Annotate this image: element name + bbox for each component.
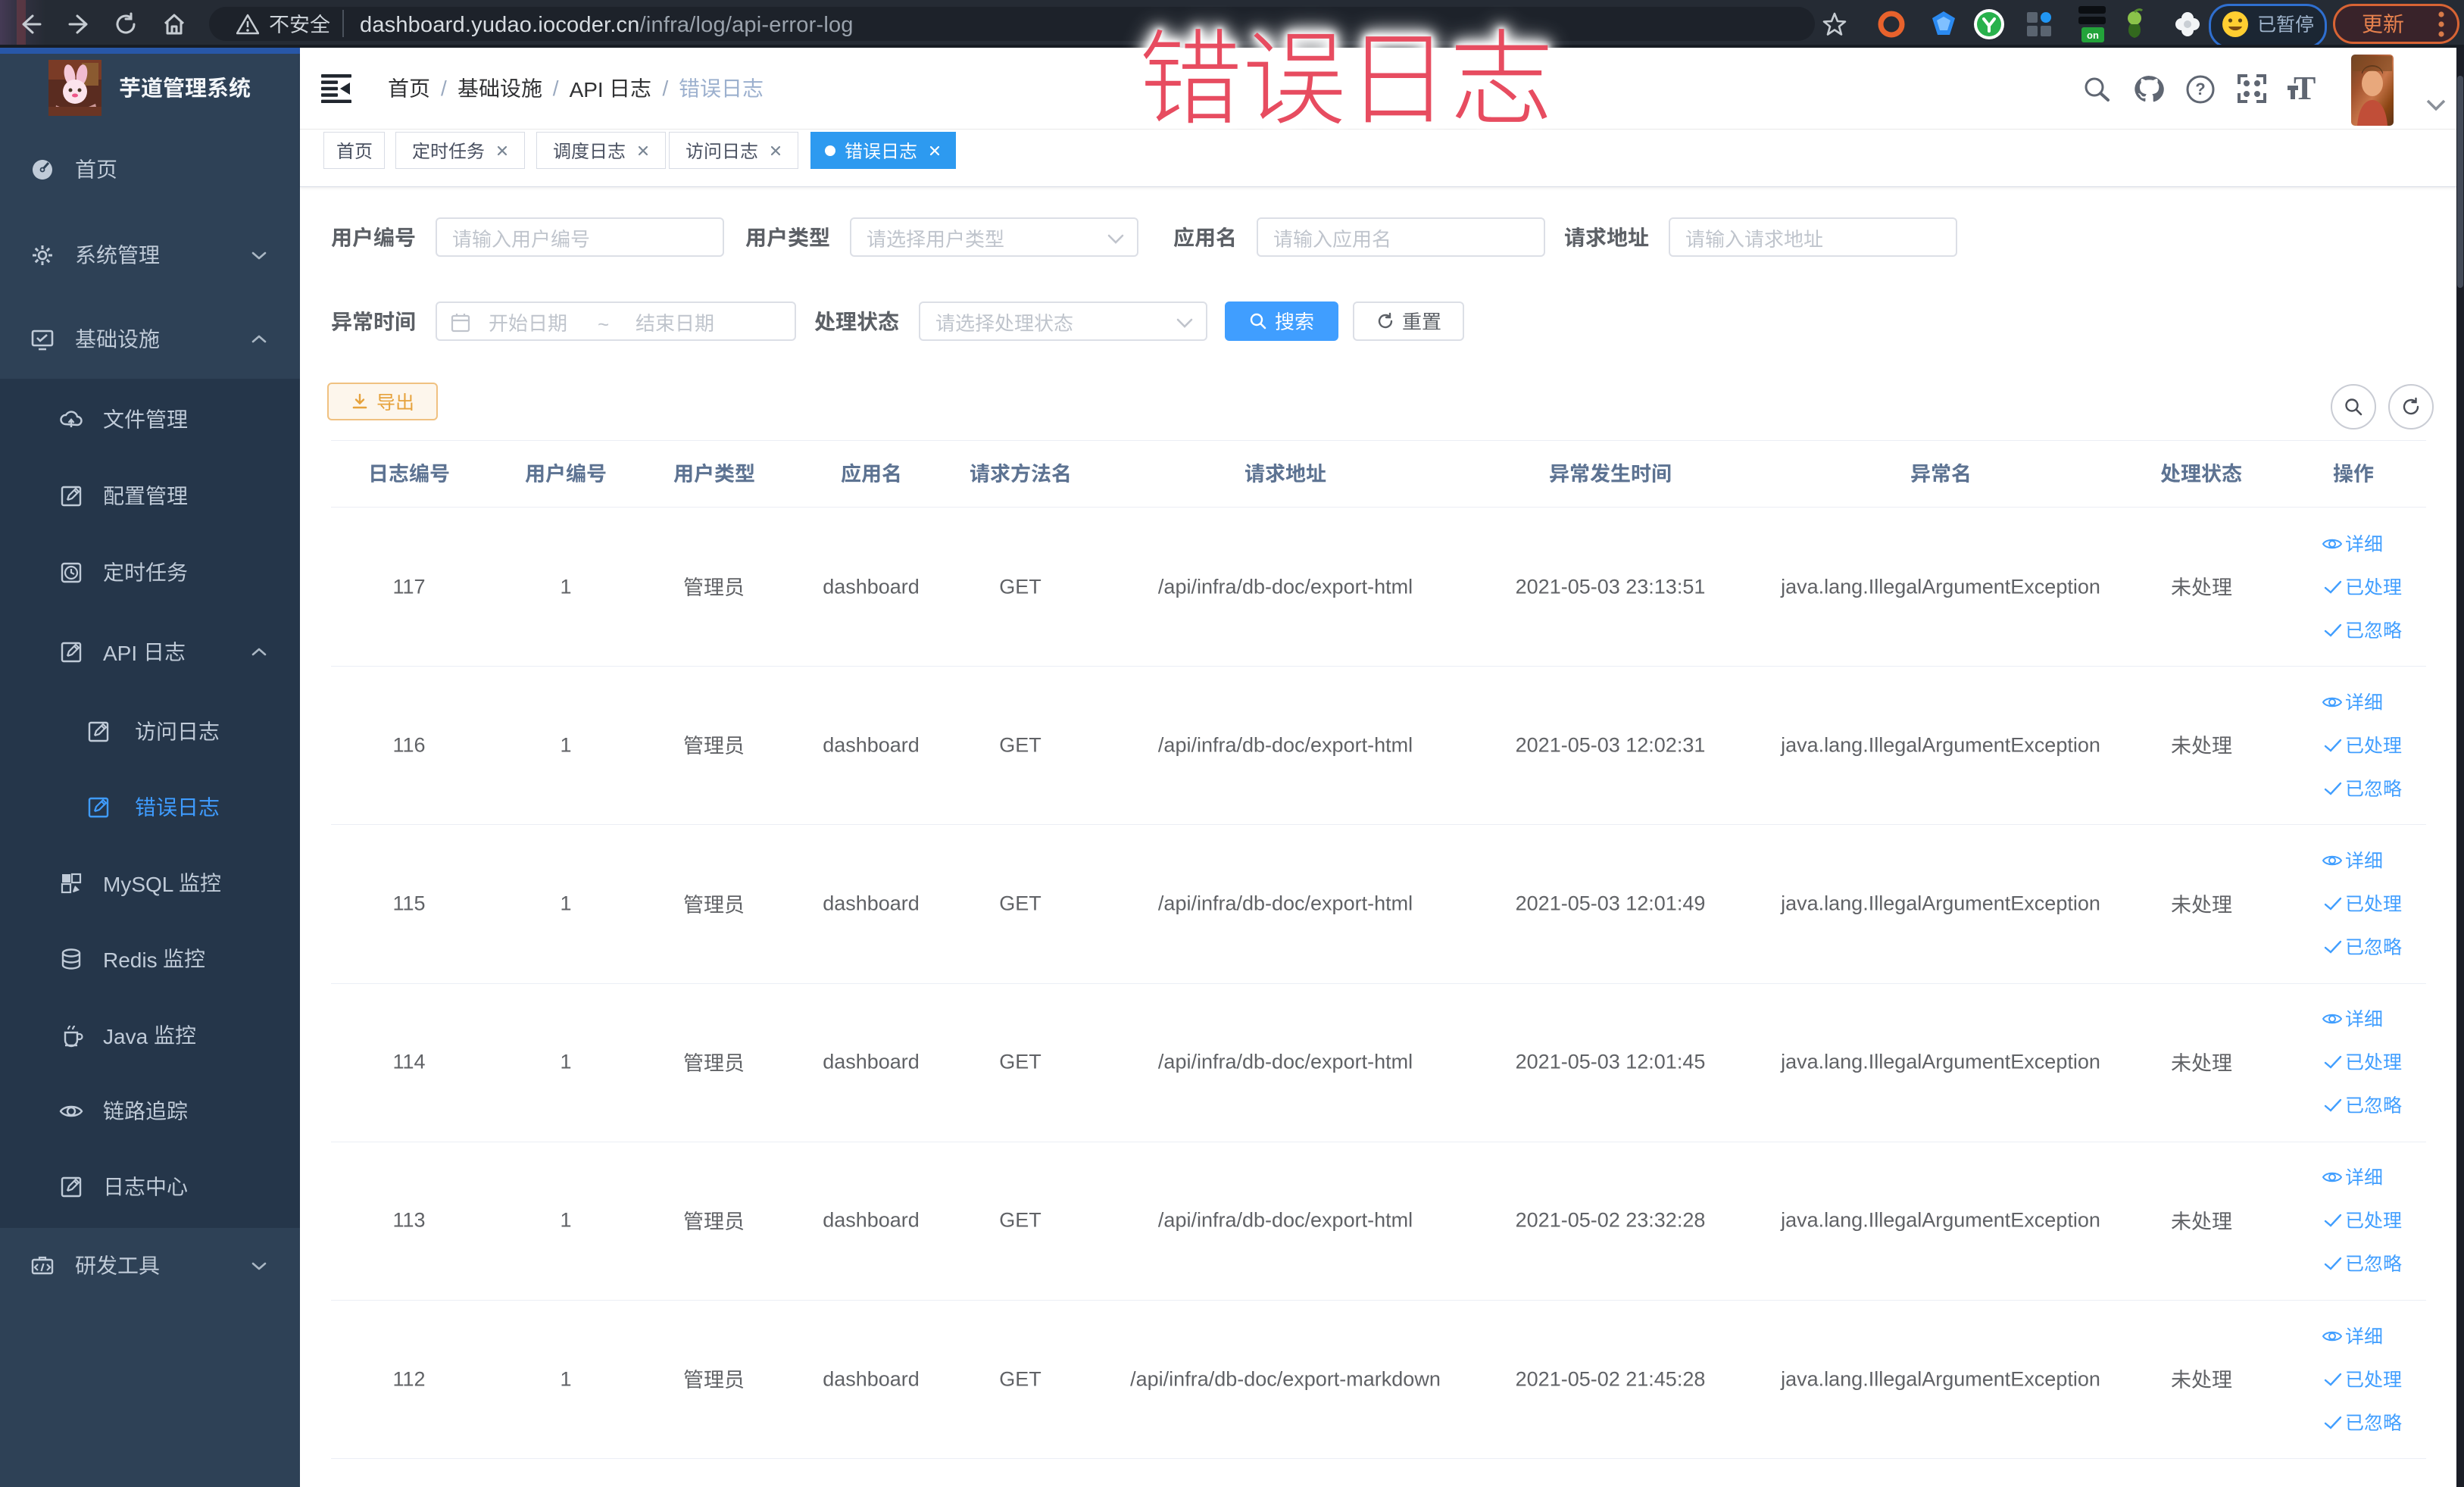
svg-text:on: on: [2087, 30, 2099, 41]
svg-text:?: ?: [2195, 80, 2205, 98]
